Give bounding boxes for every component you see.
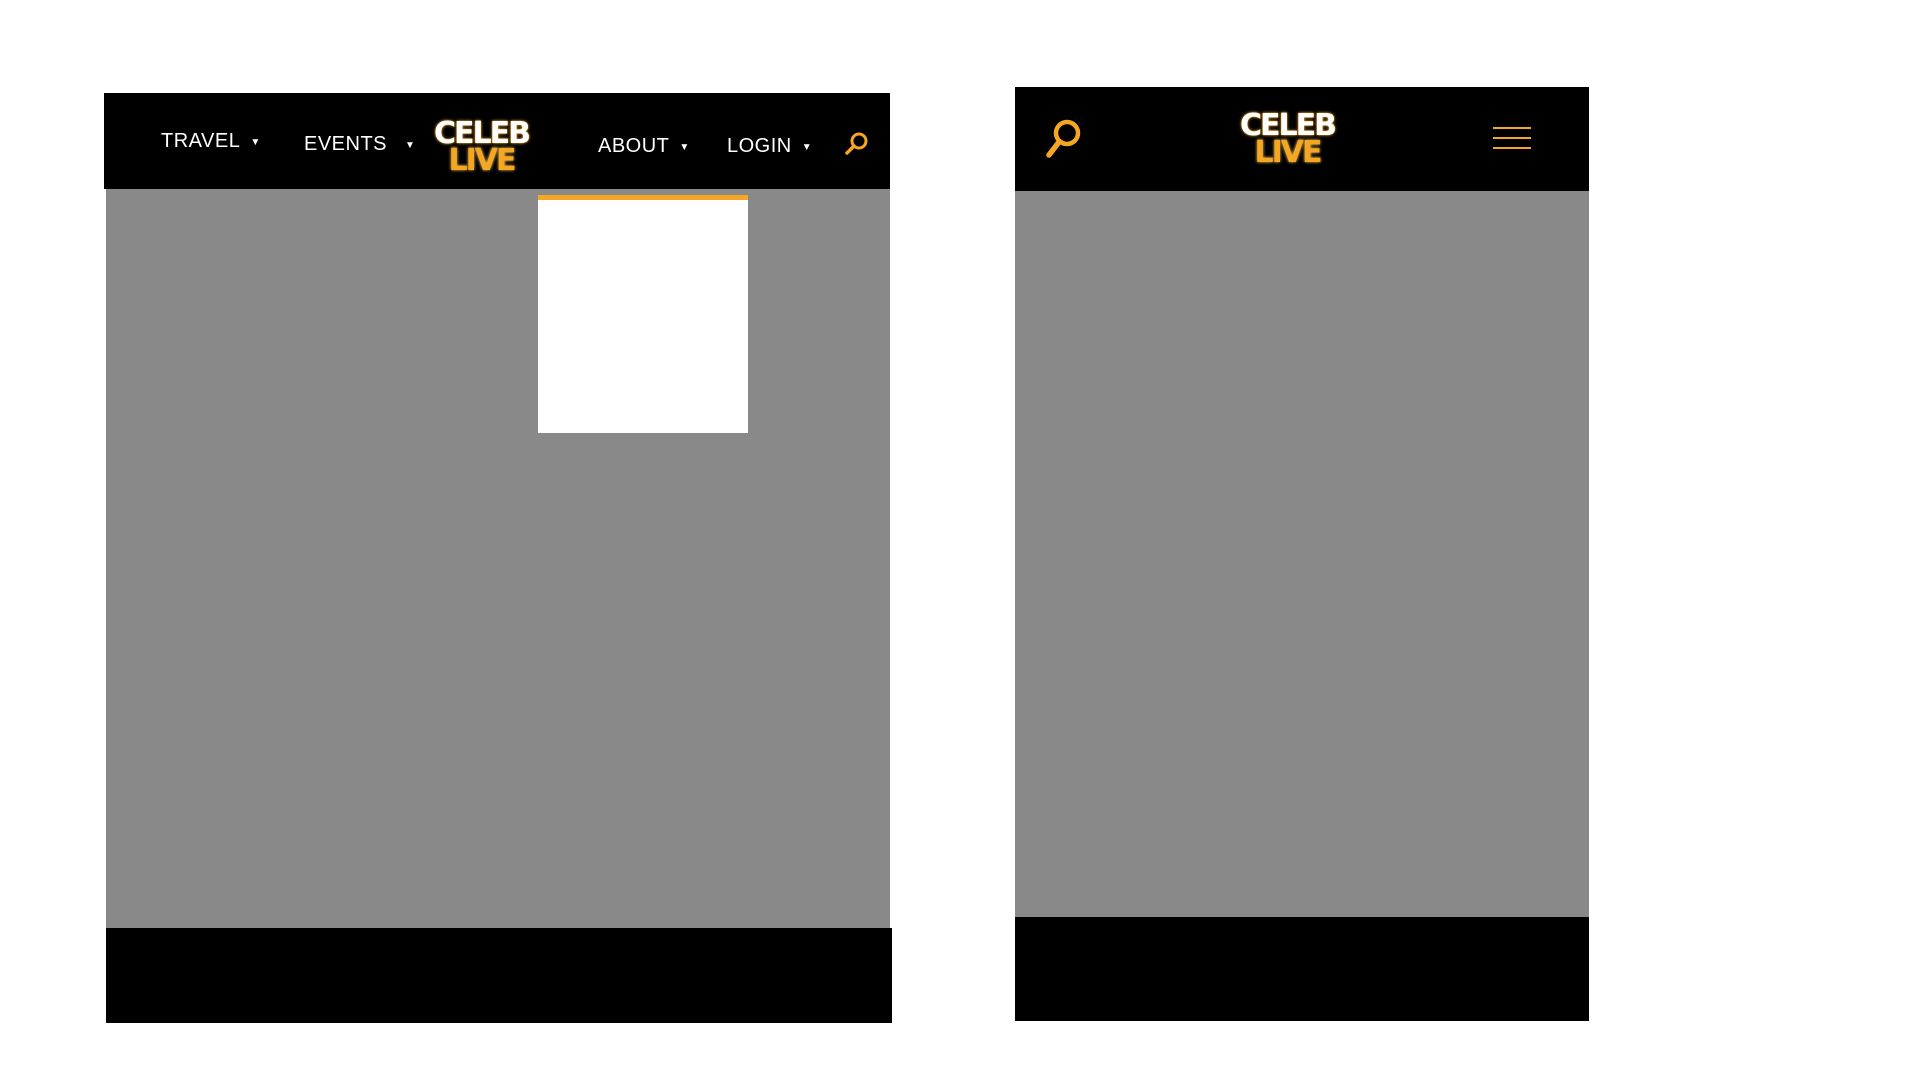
nav-about-label: ABOUT bbox=[598, 134, 670, 157]
nav-travel[interactable]: TRAVEL ▼ bbox=[161, 128, 261, 154]
mobile-wireframe: CELEB LIVE bbox=[1015, 87, 1589, 1021]
nav-events[interactable]: EVENTS ▼ bbox=[304, 131, 415, 157]
nav-travel-label: TRAVEL bbox=[161, 129, 241, 152]
chevron-down-icon: ▼ bbox=[405, 139, 416, 151]
chevron-down-icon: ▼ bbox=[801, 141, 813, 153]
mobile-content-placeholder bbox=[1015, 191, 1589, 917]
chevron-down-icon: ▼ bbox=[250, 136, 261, 148]
dropdown-menu-panel[interactable] bbox=[538, 195, 748, 433]
mobile-footer bbox=[1015, 917, 1589, 1021]
celeb-live-logo[interactable]: CELEB LIVE bbox=[434, 119, 531, 178]
logo-line-2: LIVE bbox=[1254, 135, 1323, 170]
nav-about[interactable]: ABOUT ▼ bbox=[598, 133, 690, 159]
nav-events-label: EVENTS bbox=[304, 132, 388, 155]
search-icon[interactable] bbox=[1043, 117, 1083, 161]
menu-bar bbox=[1493, 127, 1531, 129]
desktop-content-placeholder bbox=[106, 189, 890, 928]
hamburger-menu-icon[interactable] bbox=[1493, 127, 1531, 149]
desktop-header: TRAVEL ▼ EVENTS ▼ CELEB LIVE ABOUT ▼ LOG… bbox=[104, 93, 890, 189]
chevron-down-icon: ▼ bbox=[679, 141, 690, 153]
desktop-footer bbox=[106, 928, 892, 1023]
nav-login[interactable]: LOGIN ▼ bbox=[727, 133, 812, 159]
nav-login-label: LOGIN bbox=[727, 134, 792, 157]
search-icon[interactable] bbox=[844, 131, 870, 157]
menu-bar bbox=[1493, 147, 1531, 149]
logo-line-2: LIVE bbox=[448, 143, 517, 178]
desktop-wireframe: TRAVEL ▼ EVENTS ▼ CELEB LIVE ABOUT ▼ LOG… bbox=[104, 93, 892, 1023]
menu-bar bbox=[1493, 137, 1531, 139]
mobile-header: CELEB LIVE bbox=[1015, 87, 1589, 191]
celeb-live-logo[interactable]: CELEB LIVE bbox=[1240, 111, 1337, 170]
